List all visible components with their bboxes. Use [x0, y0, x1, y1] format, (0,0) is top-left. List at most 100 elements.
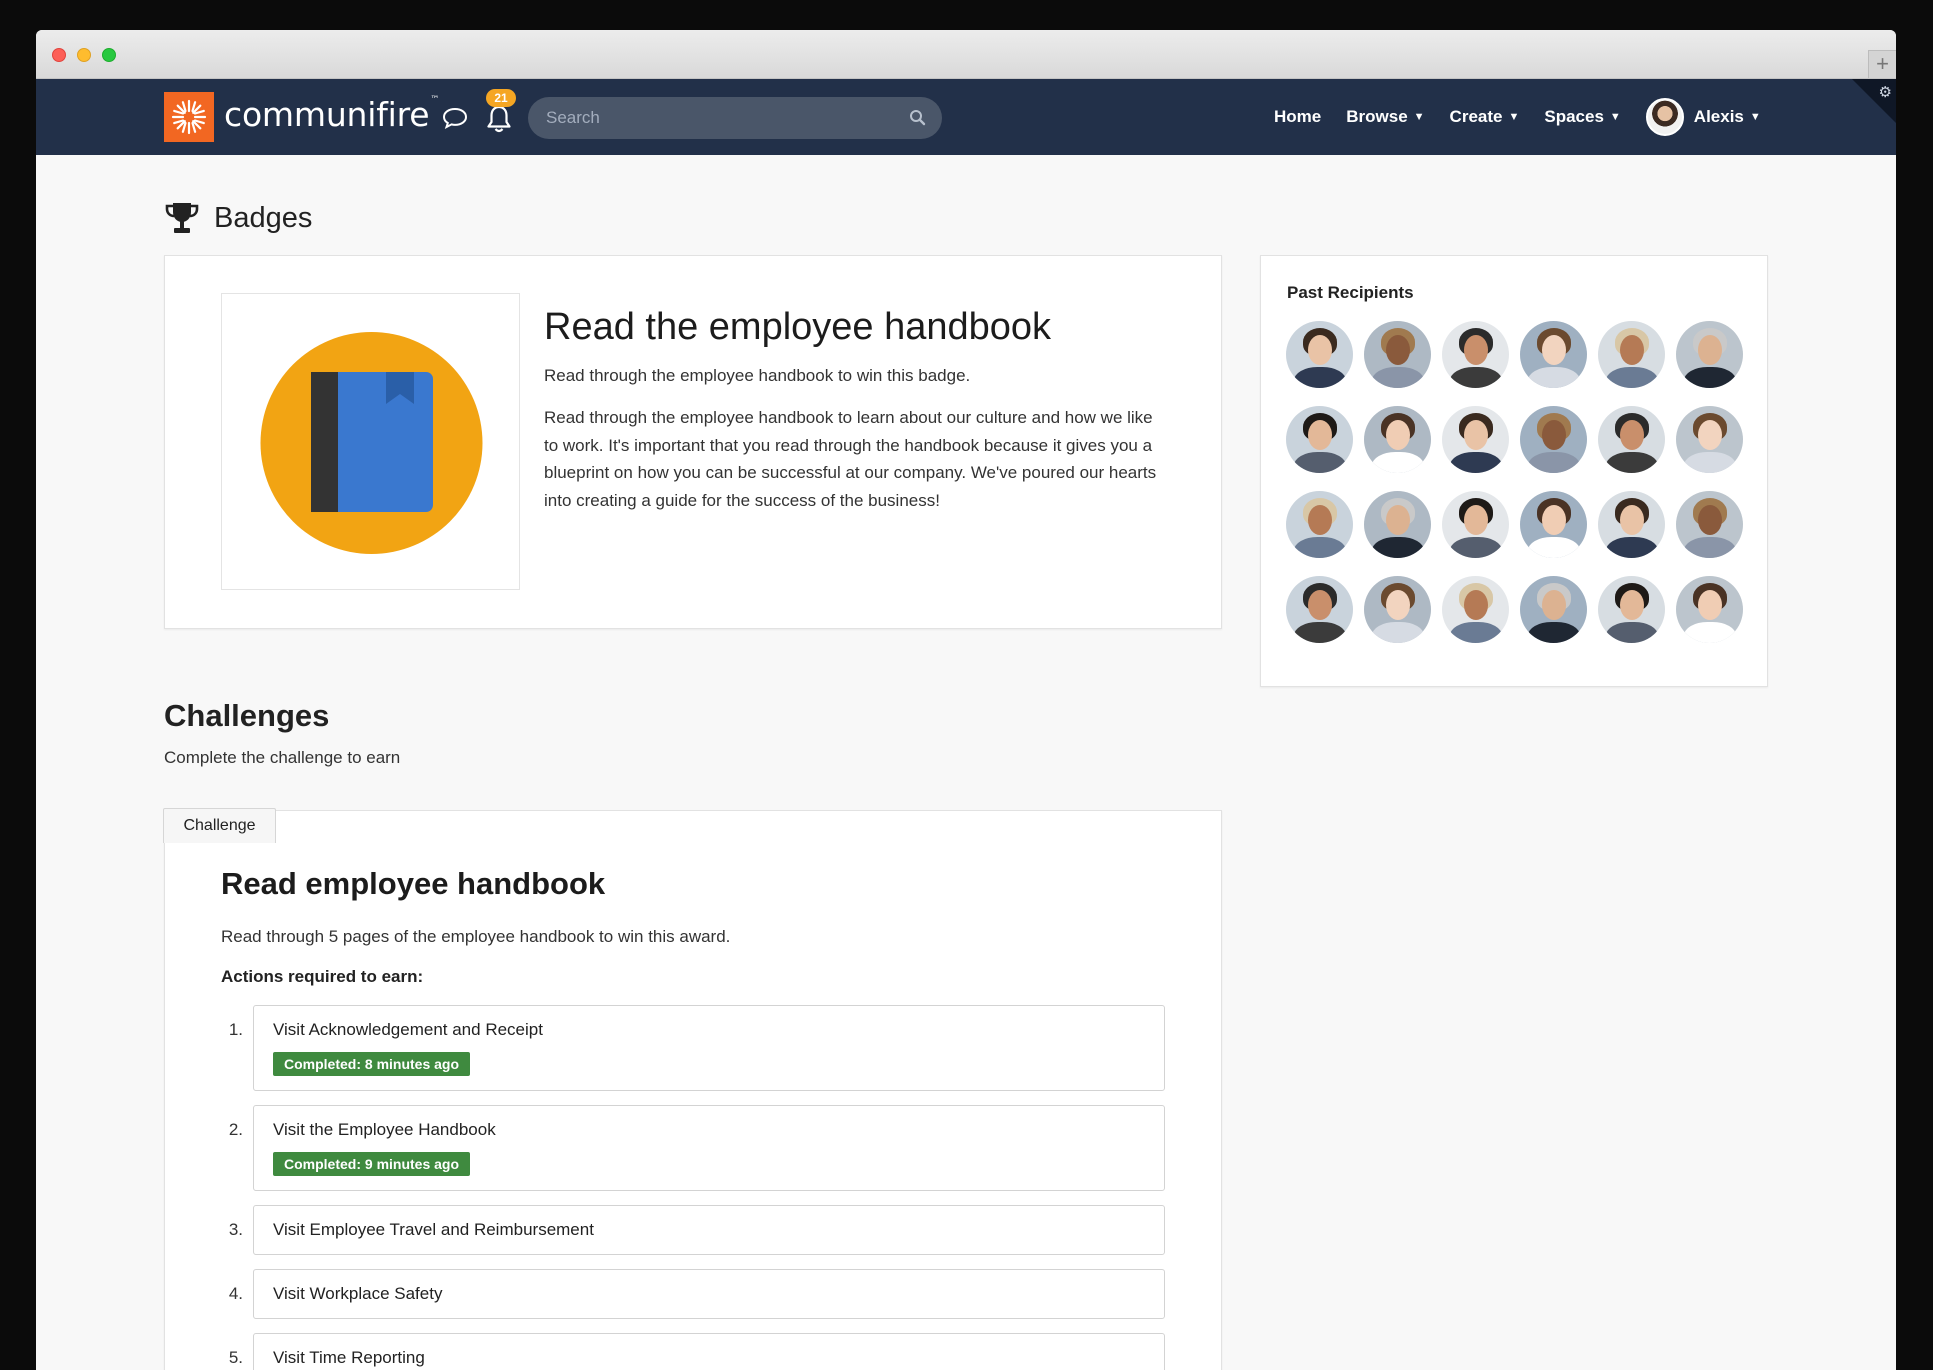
recipient-avatar[interactable]	[1286, 321, 1353, 388]
recipient-avatar-body	[1606, 537, 1658, 558]
action-box[interactable]: Visit Workplace Safety	[253, 1269, 1165, 1319]
window-titlebar: +	[36, 30, 1896, 79]
recipient-avatar[interactable]	[1442, 406, 1509, 473]
action-label[interactable]: Visit Acknowledgement and Receipt	[273, 1020, 1145, 1040]
recipient-avatar-face	[1620, 335, 1644, 365]
minimize-window-button[interactable]	[77, 48, 91, 62]
recipient-avatar-face	[1620, 590, 1644, 620]
recipient-avatar[interactable]	[1286, 491, 1353, 558]
close-window-button[interactable]	[52, 48, 66, 62]
action-box[interactable]: Visit Time Reporting	[253, 1333, 1165, 1370]
recipient-avatar-body	[1528, 452, 1580, 473]
recipient-avatar[interactable]	[1520, 321, 1587, 388]
page-title: Badges	[164, 200, 312, 236]
action-box[interactable]: Visit the Employee Handbook Completed: 9…	[253, 1105, 1165, 1191]
badge-description: Read through the employee handbook to le…	[544, 408, 1157, 510]
caret-down-icon: ▼	[1609, 111, 1621, 123]
recipients-grid	[1286, 321, 1746, 643]
recipient-avatar-face	[1386, 505, 1410, 535]
recipient-avatar-body	[1606, 452, 1658, 473]
recipient-avatar-face	[1698, 335, 1722, 365]
action-label[interactable]: Visit the Employee Handbook	[273, 1120, 1145, 1140]
action-box[interactable]: Visit Acknowledgement and Receipt Comple…	[253, 1005, 1165, 1091]
recipient-avatar-face	[1386, 335, 1410, 365]
nav-spaces-dropdown[interactable]: Spaces ▼	[1544, 107, 1620, 127]
recipient-avatar-body	[1294, 537, 1346, 558]
recipient-avatar[interactable]	[1598, 491, 1665, 558]
recipient-avatar-body	[1450, 452, 1502, 473]
badge-title: Read the employee handbook	[544, 306, 1052, 348]
search-box[interactable]	[528, 97, 942, 139]
nav-create-dropdown[interactable]: Create ▼	[1450, 107, 1520, 127]
user-menu-dropdown[interactable]: Alexis ▼	[1645, 98, 1761, 136]
recipient-avatar[interactable]	[1598, 576, 1665, 643]
recipient-avatar-body	[1450, 537, 1502, 558]
gear-icon[interactable]: ⚙	[1879, 83, 1892, 101]
nav-browse-dropdown[interactable]: Browse ▼	[1346, 107, 1424, 127]
tab-challenge[interactable]: Challenge	[163, 808, 276, 843]
challenge-card: Read employee handbook Read through 5 pa…	[164, 810, 1222, 1370]
action-item: 3. Visit Employee Travel and Reimburseme…	[221, 1205, 1165, 1255]
recipient-avatar[interactable]	[1286, 576, 1353, 643]
recipient-avatar[interactable]	[1520, 491, 1587, 558]
recipient-avatar[interactable]	[1442, 576, 1509, 643]
recipient-avatar-face	[1386, 420, 1410, 450]
recipient-avatar[interactable]	[1676, 576, 1743, 643]
action-box[interactable]: Visit Employee Travel and Reimbursement	[253, 1205, 1165, 1255]
caret-down-icon: ▼	[1508, 111, 1520, 123]
new-tab-button[interactable]: +	[1868, 50, 1896, 78]
action-item: 4. Visit Workplace Safety	[221, 1269, 1165, 1319]
chat-bubble-icon[interactable]	[442, 107, 468, 129]
recipient-avatar[interactable]	[1676, 491, 1743, 558]
nav-home[interactable]: Home	[1274, 107, 1321, 127]
recipient-avatar[interactable]	[1598, 321, 1665, 388]
action-label[interactable]: Visit Workplace Safety	[273, 1284, 1145, 1304]
communifire-logo-icon[interactable]	[164, 92, 214, 142]
past-recipients-card: Past Recipients	[1260, 255, 1768, 687]
recipient-avatar[interactable]	[1520, 576, 1587, 643]
completed-status-badge: Completed: 9 minutes ago	[273, 1152, 471, 1176]
recipient-avatar[interactable]	[1364, 576, 1431, 643]
recipient-avatar[interactable]	[1598, 406, 1665, 473]
recipient-avatar[interactable]	[1442, 491, 1509, 558]
trophy-icon	[165, 203, 199, 233]
recipient-avatar-face	[1542, 420, 1566, 450]
badge-subtitle: Read through the employee handbook to wi…	[544, 366, 971, 385]
recipient-avatar[interactable]	[1364, 491, 1431, 558]
notifications-bell-icon[interactable]	[484, 103, 514, 135]
notification-count-badge[interactable]: 21	[486, 89, 516, 107]
recipient-avatar-body	[1684, 537, 1736, 558]
browser-window: + communifire™ 21 Search Home Browse ▼ C…	[36, 30, 1896, 1370]
recipient-avatar[interactable]	[1442, 321, 1509, 388]
recipient-avatar-body	[1450, 622, 1502, 643]
recipient-avatar-body	[1684, 622, 1736, 643]
recipient-avatar[interactable]	[1286, 406, 1353, 473]
search-icon[interactable]	[909, 109, 926, 126]
recipient-avatar-body	[1528, 622, 1580, 643]
action-label[interactable]: Visit Employee Travel and Reimbursement	[273, 1220, 1145, 1240]
recipient-avatar-face	[1464, 335, 1488, 365]
logo-wordmark[interactable]: communifire™	[224, 95, 439, 134]
challenges-heading: Challenges	[164, 698, 330, 733]
recipient-avatar[interactable]	[1364, 406, 1431, 473]
recipient-avatar[interactable]	[1676, 406, 1743, 473]
completed-status-badge: Completed: 8 minutes ago	[273, 1052, 471, 1076]
action-item: 5. Visit Time Reporting	[221, 1333, 1165, 1370]
user-avatar[interactable]	[1645, 98, 1684, 136]
recipient-avatar-body	[1528, 537, 1580, 558]
actions-required-label: Actions required to earn:	[221, 967, 424, 986]
recipient-avatar-body	[1606, 367, 1658, 388]
action-label[interactable]: Visit Time Reporting	[273, 1348, 1145, 1368]
recipient-avatar-face	[1464, 505, 1488, 535]
recipient-avatar-body	[1684, 367, 1736, 388]
challenge-description: Read through 5 pages of the employee han…	[221, 927, 731, 946]
recipient-avatar-body	[1372, 622, 1424, 643]
recipient-avatar-body	[1294, 622, 1346, 643]
recipient-avatar[interactable]	[1364, 321, 1431, 388]
recipient-avatar[interactable]	[1520, 406, 1587, 473]
recipient-avatar[interactable]	[1676, 321, 1743, 388]
maximize-window-button[interactable]	[102, 48, 116, 62]
action-item: 2. Visit the Employee Handbook Completed…	[221, 1105, 1165, 1191]
recipient-avatar-face	[1620, 505, 1644, 535]
search-input[interactable]	[546, 106, 886, 130]
